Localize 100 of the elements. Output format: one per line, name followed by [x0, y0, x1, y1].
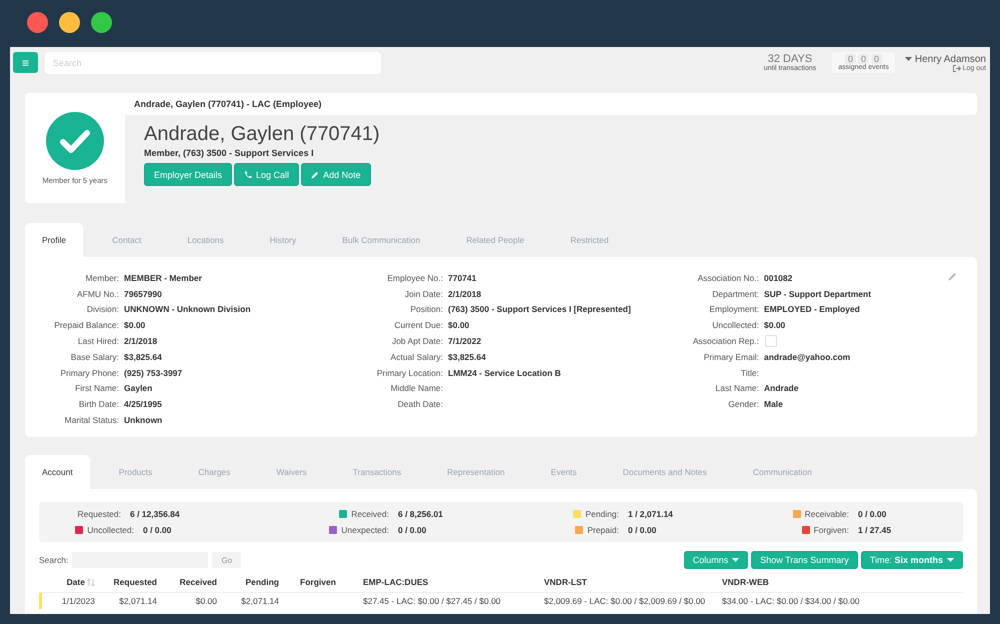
field-label: Primary Email: — [702, 352, 759, 362]
summary-value: 0 / 0.00 — [398, 525, 426, 535]
field-value: (763) 3500 - Support Services I [Represented] — [448, 304, 631, 314]
field-value: 2/1/2018 — [448, 288, 482, 299]
profile-tab[interactable]: Restricted — [553, 223, 626, 257]
table-cell: $0.00 — [196, 596, 217, 606]
field-value: $0.00 — [764, 320, 786, 330]
event-count: 0 — [871, 54, 882, 64]
field-value: $0.00 — [448, 320, 470, 330]
toolbar-button[interactable]: Columns — [684, 551, 748, 569]
field-value: 4/25/1995 — [124, 399, 162, 410]
profile-tab[interactable]: History — [252, 223, 314, 257]
table-cell: $2,071.14 — [119, 596, 157, 606]
table-cell: $27.45 - LAC: $0.00 / $27.45 / $0.00 — [363, 596, 501, 606]
field-label: Primary Phone: — [59, 368, 119, 378]
checkbox[interactable] — [765, 335, 777, 348]
field-label: Member: — [84, 272, 119, 283]
summary-value: 0 / 0.00 — [628, 525, 656, 535]
event-count: 0 — [858, 54, 870, 64]
column-header[interactable]: EMP-LAC:DUES — [363, 577, 428, 587]
field-label: Association No.: — [696, 272, 759, 283]
breadcrumb-text: Andrade, Gaylen (770741) - LAC (Employee) — [134, 99, 322, 109]
summary-value: 6 / 12,356.84 — [130, 509, 180, 519]
field-label: Actual Salary: — [390, 352, 443, 362]
account-tab[interactable]: Account — [25, 455, 90, 489]
action-button[interactable]: Add Note — [301, 163, 371, 186]
toolbar-button[interactable]: Time: Six months — [860, 551, 963, 569]
column-header[interactable]: Date — [66, 576, 85, 587]
field-label: Last Hired: — [76, 336, 119, 346]
account-tab[interactable]: Documents and Notes — [606, 455, 724, 489]
action-button[interactable]: Employer Details — [144, 163, 232, 186]
profile-tab[interactable]: Locations — [170, 223, 241, 257]
field-value: Male — [764, 399, 783, 410]
summary-label: Forgiven: — [814, 525, 849, 535]
field-label: Position: — [409, 304, 443, 314]
event-count: 0 — [845, 54, 856, 64]
caret-icon — [947, 558, 954, 562]
table-cell: 1/1/2023 — [62, 596, 95, 606]
account-tab[interactable]: Events — [534, 455, 594, 489]
account-tab[interactable]: Waivers — [259, 455, 324, 489]
summary-value: 0 / 0.00 — [143, 525, 172, 535]
field-label: Death Date: — [396, 399, 443, 410]
field-value: 770741 — [448, 272, 476, 283]
check-circle-icon — [46, 112, 104, 170]
user-menu[interactable]: Henry Adamson — [904, 54, 986, 64]
summary-value: 1 / 2,071.14 — [628, 509, 673, 519]
column-header[interactable]: Pending — [245, 577, 279, 587]
field-label: Join Date: — [404, 288, 443, 299]
account-tab[interactable]: Representation — [430, 455, 522, 489]
field-label: Base Salary: — [70, 352, 119, 362]
summary-label: Unexpected: — [341, 525, 389, 535]
summary-value: 0 / 0.00 — [858, 509, 886, 519]
field-label: Last Name: — [714, 383, 759, 394]
summary-label: Pending: — [585, 509, 619, 519]
caret-icon — [904, 57, 912, 61]
field-value: EMPLOYED - Employed — [764, 304, 860, 314]
action-button[interactable]: Log Call — [234, 163, 300, 186]
column-header[interactable]: Forgiven — [300, 577, 336, 587]
account-tab[interactable]: Transactions — [336, 455, 418, 489]
field-value: SUP - Support Department — [764, 288, 872, 299]
field-value: andrade@yahoo.com — [764, 352, 850, 362]
account-tab[interactable]: Communication — [736, 455, 829, 489]
summary-label: Requested: — [78, 509, 121, 519]
pencil-icon[interactable] — [948, 272, 957, 281]
table-cell: $34.00 - LAC: $0.00 / $34.00 / $0.00 — [722, 596, 860, 606]
field-label: AFMU No.: — [76, 288, 119, 299]
field-value: 001082 — [764, 272, 792, 283]
table-cell: $2,071.14 — [241, 596, 279, 606]
field-value: Gaylen — [124, 383, 152, 394]
field-value: 2/1/2018 — [124, 336, 158, 346]
phone-icon — [244, 170, 252, 178]
field-value: $3,825.64 — [124, 352, 162, 362]
minimize-button[interactable] — [59, 12, 80, 33]
account-tab[interactable]: Charges — [181, 455, 248, 489]
column-header[interactable]: Received — [180, 577, 217, 587]
profile-tab[interactable]: Related People — [449, 223, 542, 257]
field-label: Title: — [740, 368, 759, 378]
profile-tab[interactable]: Profile — [25, 223, 84, 257]
field-value: $0.00 — [124, 320, 146, 330]
summary-value: 1 / 27.45 — [858, 525, 892, 535]
member-subtitle: Member, (763) 3500 - Support Services I — [144, 148, 315, 158]
account-tab[interactable]: Products — [102, 455, 170, 489]
field-label: First Name: — [74, 383, 119, 394]
go-button[interactable]: Go — [212, 552, 242, 568]
menu-button[interactable]: ≡ — [13, 52, 38, 73]
column-header[interactable]: Requested — [114, 577, 157, 587]
field-value: MEMBER - Member — [124, 272, 202, 283]
profile-tab[interactable]: Contact — [95, 223, 158, 257]
field-label: Employee No.: — [386, 272, 443, 283]
field-value: 7/1/2022 — [448, 336, 482, 346]
zoom-button[interactable] — [91, 12, 112, 33]
summary-value: 6 / 8,256.01 — [398, 509, 443, 519]
column-header[interactable]: VNDR-LST — [544, 577, 587, 587]
toolbar-button[interactable]: Show Trans Summary — [751, 551, 858, 569]
field-label: Middle Name: — [390, 383, 443, 394]
profile-tab[interactable]: Bulk Communication — [325, 223, 438, 257]
sort-icon[interactable] — [87, 578, 95, 588]
member-name: Andrade, Gaylen (770741) — [144, 123, 381, 146]
close-button[interactable] — [27, 12, 48, 33]
column-header[interactable]: VNDR-WEB — [722, 577, 769, 587]
